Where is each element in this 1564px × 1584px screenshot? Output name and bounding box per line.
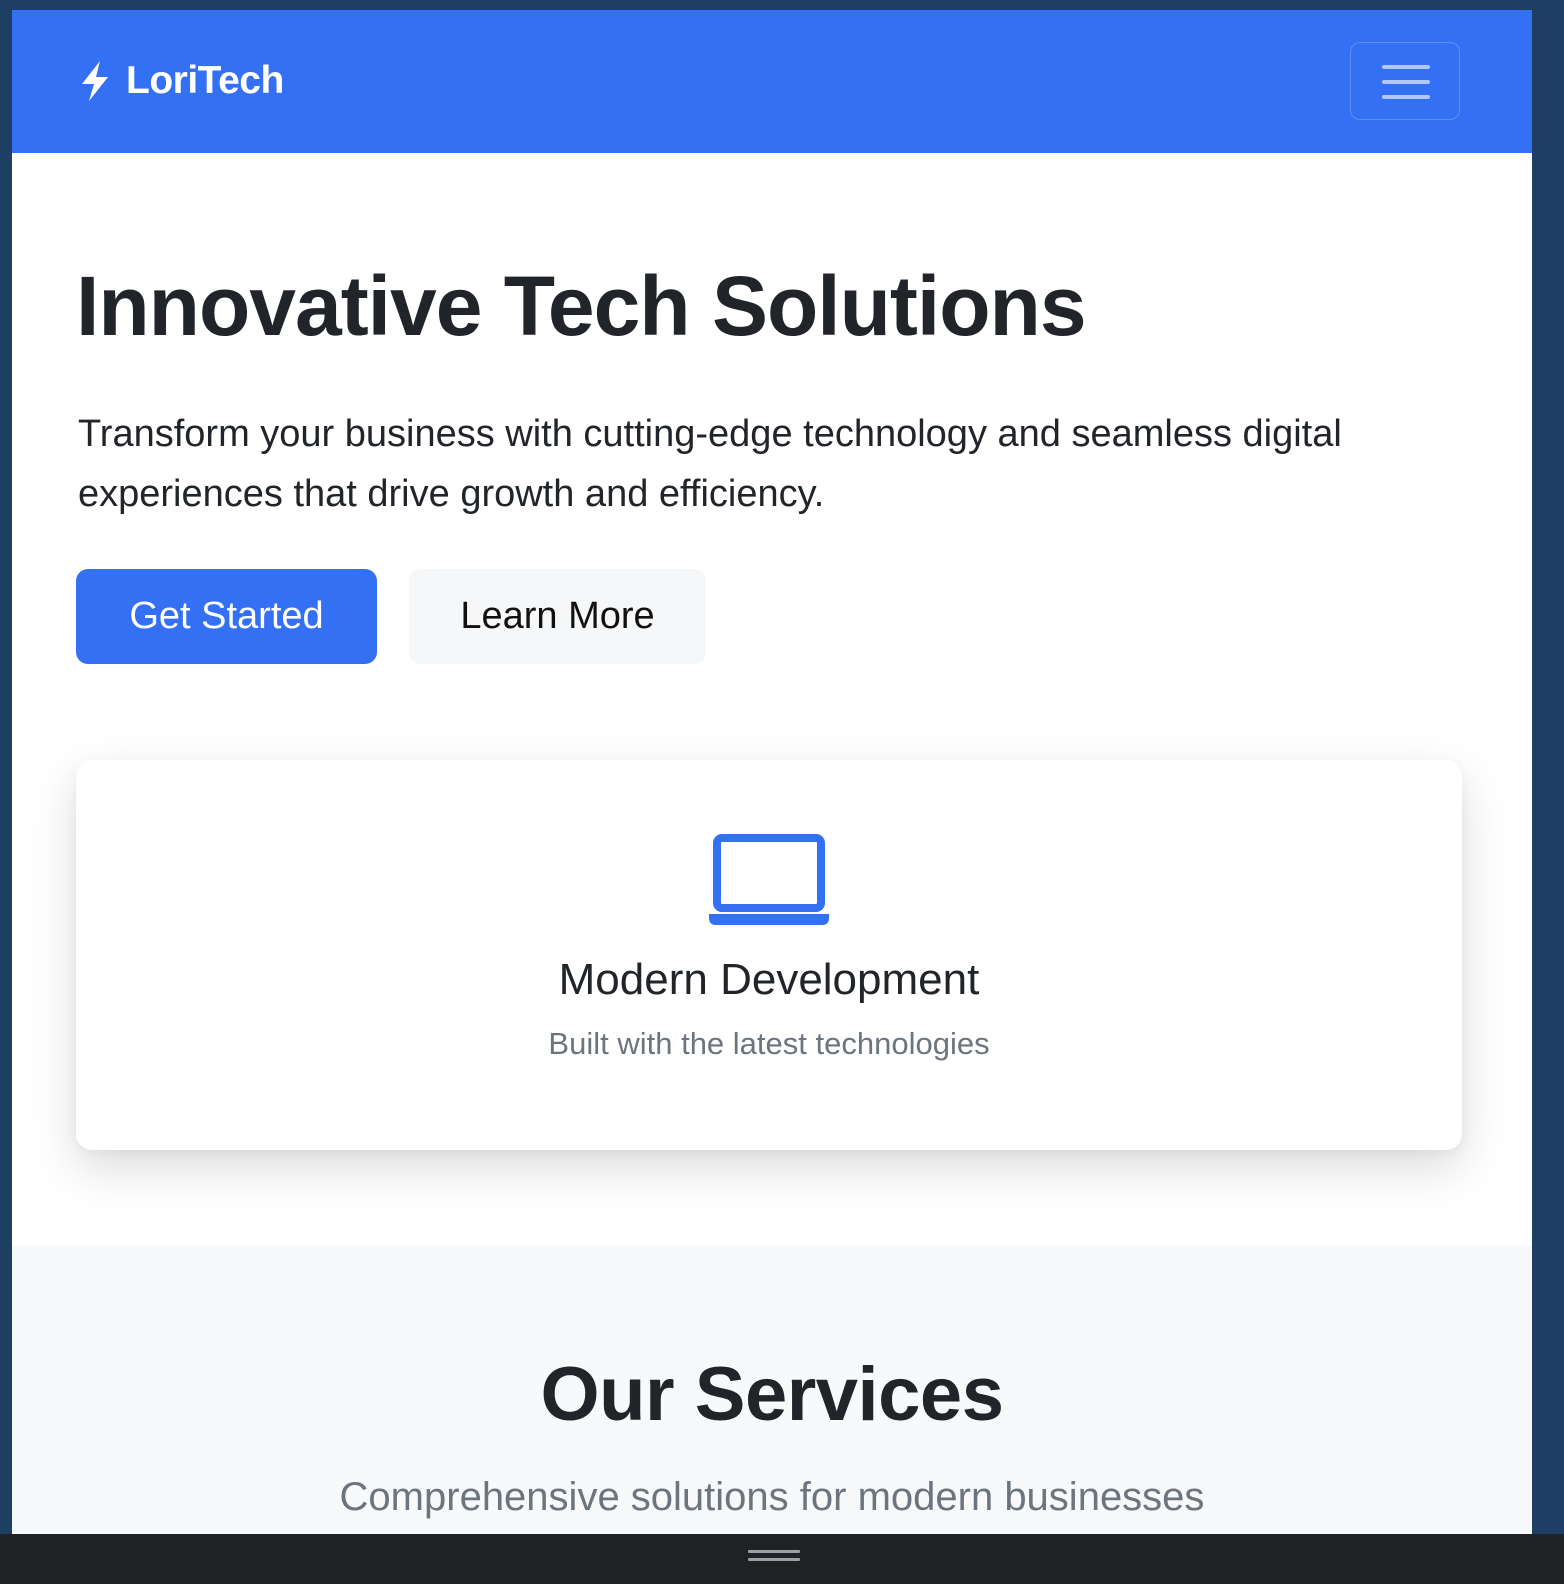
navbar: LoriTech	[12, 10, 1532, 153]
hamburger-line	[1382, 95, 1430, 99]
services-section: Our Services Comprehensive solutions for…	[12, 1246, 1532, 1534]
hero-title: Innovative Tech Solutions	[76, 259, 1087, 353]
feature-card-title: Modern Development	[558, 955, 980, 1004]
brand-link[interactable]: LoriTech	[78, 58, 284, 104]
hamburger-line	[1382, 80, 1430, 84]
get-started-button[interactable]: Get Started	[76, 569, 377, 664]
window-edge	[1532, 10, 1564, 1534]
services-title: Our Services	[540, 1352, 1004, 1437]
feature-card-text: Built with the latest technologies	[548, 1026, 990, 1061]
feature-card: Modern Development Built with the latest…	[76, 760, 1462, 1150]
services-subtitle: Comprehensive solutions for modern busin…	[339, 1475, 1205, 1519]
laptop-icon	[709, 834, 829, 925]
resize-handle-line	[748, 1558, 800, 1561]
brand-name: LoriTech	[126, 59, 284, 102]
learn-more-button[interactable]: Learn More	[409, 569, 706, 664]
hero-lead: Transform your business with cutting-edg…	[78, 413, 1342, 515]
lightning-bolt-icon	[82, 61, 108, 101]
hamburger-menu-icon	[1382, 65, 1430, 69]
bottom-panel-bar	[0, 1534, 1564, 1584]
navbar-toggler-button[interactable]	[1350, 42, 1460, 120]
resize-handle-icon[interactable]	[748, 1550, 800, 1553]
browser-viewport: LoriTech Innovative Tech Solutions Trans…	[12, 10, 1532, 1534]
